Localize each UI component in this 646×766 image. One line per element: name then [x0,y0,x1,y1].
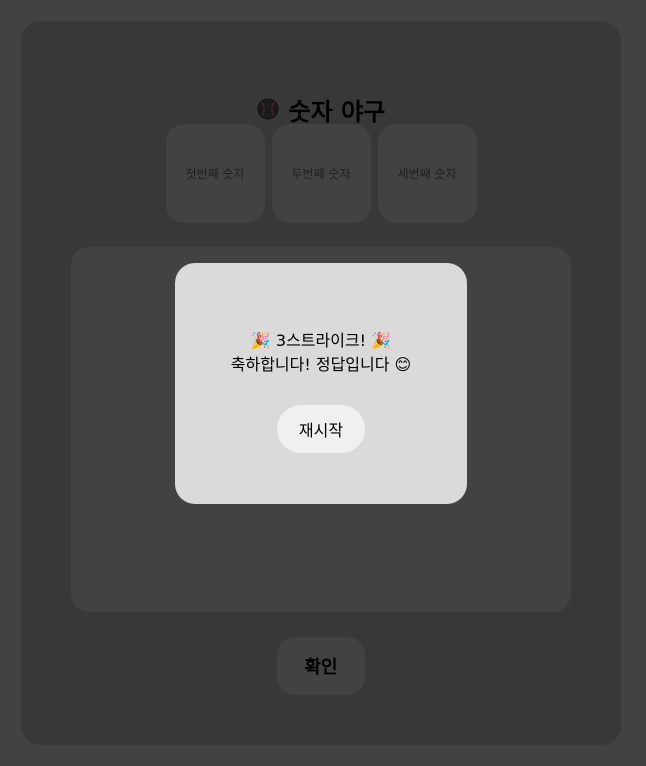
success-modal: 🎉 3스트라이크! 🎉 축하합니다! 정답입니다 😊 재시작 [175,263,467,504]
strike-message: 🎉 3스트라이크! 🎉 [250,331,392,350]
baseball-icon [257,98,279,120]
second-number-input[interactable] [271,124,371,223]
congrats-message: 축하합니다! 정답입니다 😊 [230,355,412,374]
page-title: 숫자 야구 [21,91,621,127]
third-number-input[interactable] [377,124,477,223]
number-inputs [21,124,621,223]
first-number-input[interactable] [165,124,265,223]
page-title-text: 숫자 야구 [288,97,386,126]
restart-button[interactable]: 재시작 [277,405,365,453]
confirm-button[interactable]: 확인 [277,637,365,695]
